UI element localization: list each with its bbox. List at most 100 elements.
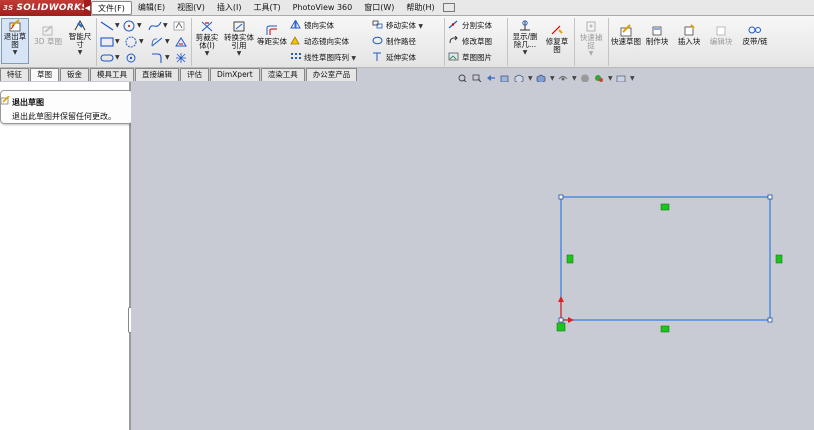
sketch-point-top-left[interactable] (558, 194, 564, 200)
slot-dropdown-icon[interactable]: ▼ (115, 54, 120, 61)
mirror-entities-button[interactable]: 镜向实体 (290, 18, 334, 33)
vertical-relation-icon[interactable] (775, 254, 783, 264)
display-relations-dropdown-icon[interactable]: ▼ (510, 49, 540, 57)
menu-bar: 3S SOLIDWORKS ◀ 文件(F) 编辑(E) 视图(V) 插入(I) … (0, 0, 814, 16)
sketch-point-top-right[interactable] (767, 194, 773, 200)
split-entities-button[interactable]: 分割实体 (448, 18, 492, 33)
belt-chain-button[interactable]: 皮带/链 (739, 24, 771, 46)
exit-sketch-button[interactable]: 退出草图 ▼ (1, 18, 29, 64)
spline-icon[interactable] (148, 20, 162, 32)
pin-menu-icon[interactable] (442, 3, 455, 12)
ribbon-separator (574, 18, 575, 66)
tab-direct-editing[interactable]: 直接编辑 (135, 68, 179, 81)
3d-sketch-button[interactable]: 3D 草图 (32, 24, 64, 46)
menu-edit[interactable]: 编辑(E) (132, 1, 171, 15)
horizontal-relation-icon[interactable] (660, 203, 670, 211)
fillet-icon[interactable] (174, 36, 188, 48)
vertical-relation-icon[interactable] (566, 254, 574, 264)
text-icon[interactable] (172, 20, 186, 32)
rectangle-dropdown-icon[interactable]: ▼ (115, 38, 120, 45)
line-dropdown-icon[interactable]: ▼ (115, 22, 120, 29)
sketch-point-bottom-right[interactable] (767, 317, 773, 323)
logo-expand-arrow-icon[interactable]: ◀ (84, 0, 91, 16)
display-relations-icon (520, 20, 530, 31)
feature-manager-panel[interactable] (0, 82, 131, 430)
smart-dimension-button[interactable]: 智能尺寸 ▼ (66, 19, 94, 57)
menu-view[interactable]: 视图(V) (171, 1, 211, 15)
menu-window[interactable]: 窗口(W) (358, 1, 400, 15)
dynamic-mirror-icon (290, 36, 300, 45)
linear-pattern-dropdown-icon[interactable]: ▼ (351, 55, 356, 62)
insert-block-button[interactable]: 插入块 (674, 24, 704, 46)
modify-sketch-label: 修改草图 (462, 37, 492, 46)
rectangle-icon[interactable] (100, 36, 114, 48)
tooltip-description: 退出此草图并保留任何更改。 (12, 112, 116, 121)
repair-sketch-button[interactable]: 修复草图 (543, 24, 571, 54)
polygon-dropdown-icon[interactable]: ▼ (139, 38, 144, 45)
ellipse-icon[interactable] (150, 36, 164, 48)
modify-sketch-button[interactable]: 修改草图 (448, 34, 492, 49)
tab-evaluate[interactable]: 评估 (180, 68, 209, 81)
ribbon-separator (507, 18, 508, 66)
tab-sketch[interactable]: 草图 (30, 68, 59, 81)
smart-dimension-dropdown-icon[interactable]: ▼ (66, 49, 94, 57)
quick-snaps-dropdown-icon[interactable]: ▼ (577, 50, 605, 58)
line-icon[interactable] (100, 20, 114, 32)
centerline-icon[interactable] (174, 52, 188, 64)
quick-snaps-icon (586, 21, 596, 32)
quick-snaps-button[interactable]: 快速捕捉 ▼ (577, 20, 605, 58)
edit-block-label: 编辑块 (709, 37, 733, 46)
tab-features[interactable]: 特征 (0, 68, 29, 81)
exit-sketch-tooltip-icon (1, 96, 10, 105)
menu-tools[interactable]: 工具(T) (247, 1, 286, 15)
ds-logo-icon: 3S (3, 3, 14, 12)
linear-pattern-button[interactable]: 线性草图阵列 ▼ (290, 50, 356, 66)
convert-dropdown-icon[interactable]: ▼ (224, 50, 254, 58)
edit-block-button[interactable]: 编辑块 (706, 24, 736, 46)
tab-mold-tools[interactable]: 模具工具 (90, 68, 134, 81)
make-block-icon (652, 26, 662, 36)
tab-office-products[interactable]: 办公室产品 (305, 68, 358, 81)
3d-sketch-icon (42, 25, 53, 36)
make-path-icon (372, 36, 383, 45)
menu-photoview[interactable]: PhotoView 360 (287, 1, 359, 15)
quick-sketch-button[interactable]: 快速草图 (611, 24, 641, 46)
point-icon[interactable] (124, 52, 138, 64)
convert-entities-button[interactable]: 转换实体引用 ▼ (224, 20, 254, 58)
circle-dropdown-icon[interactable]: ▼ (137, 22, 142, 29)
mirror-entities-label: 镜向实体 (304, 21, 334, 30)
circle-icon[interactable] (122, 20, 136, 32)
slot-icon[interactable] (100, 52, 114, 64)
dynamic-mirror-button[interactable]: 动态镜向实体 (290, 34, 349, 49)
sketch-picture-button[interactable]: 草图图片 (448, 50, 492, 65)
move-entities-dropdown-icon[interactable]: ▼ (418, 23, 423, 30)
menu-file[interactable]: 文件(F) (91, 0, 132, 15)
tab-sheet-metal[interactable]: 钣金 (60, 68, 89, 81)
display-delete-relations-button[interactable]: 显示/删除几... ▼ (510, 19, 540, 57)
menu-help[interactable]: 帮助(H) (400, 1, 440, 15)
sketch-fillet-icon[interactable] (150, 52, 164, 64)
ellipse-dropdown-icon[interactable]: ▼ (165, 38, 170, 45)
sketch-fillet-dropdown-icon[interactable]: ▼ (165, 54, 170, 61)
make-block-button[interactable]: 制作块 (643, 24, 671, 46)
trim-dropdown-icon[interactable]: ▼ (194, 50, 220, 58)
trim-entities-label: 剪裁实体(I) (195, 33, 219, 50)
modify-sketch-icon (449, 36, 458, 44)
move-entities-button[interactable]: 移动实体 ▼ (372, 18, 423, 34)
extend-entities-button[interactable]: 延伸实体 (372, 50, 416, 65)
trim-icon (201, 21, 213, 32)
tab-render-tools[interactable]: 渲染工具 (260, 68, 305, 81)
exit-sketch-dropdown-icon[interactable]: ▼ (2, 49, 28, 57)
split-entities-icon (448, 20, 458, 29)
make-path-button[interactable]: 制作路径 (372, 34, 416, 49)
trim-entities-button[interactable]: 剪裁实体(I) ▼ (194, 20, 220, 58)
dynamic-mirror-label: 动态镜向实体 (304, 37, 349, 46)
spline-dropdown-icon[interactable]: ▼ (163, 22, 168, 29)
tab-dimxpert[interactable]: DimXpert (210, 68, 260, 81)
offset-entities-button[interactable]: 等距实体 (256, 24, 288, 46)
graphics-area[interactable] (131, 82, 814, 430)
horizontal-relation-icon[interactable] (660, 325, 670, 333)
solidworks-logo[interactable]: 3S SOLIDWORKS (0, 0, 88, 16)
menu-insert[interactable]: 插入(I) (211, 1, 248, 15)
polygon-icon[interactable] (124, 36, 138, 48)
